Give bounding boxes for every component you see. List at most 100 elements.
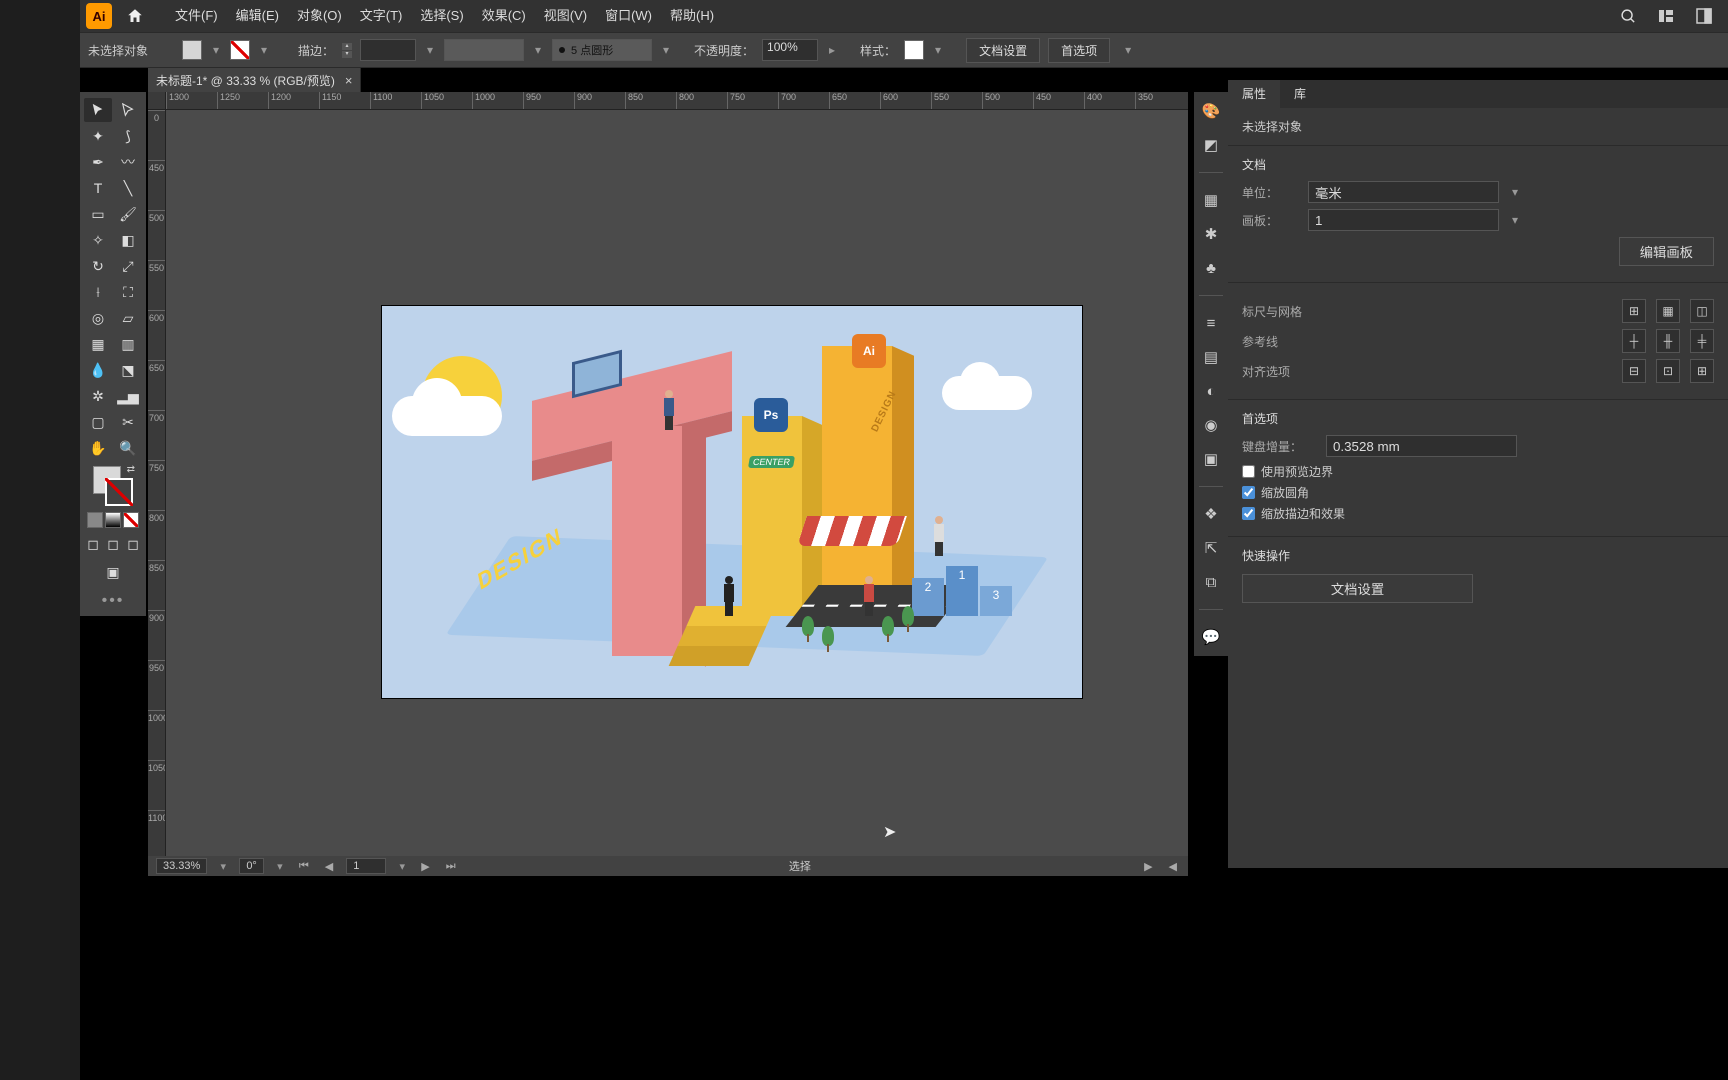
ruler-horizontal[interactable]: 1300125012001150110010501000950900850800…: [166, 92, 1188, 110]
scale-tool[interactable]: ⤢: [114, 254, 142, 278]
graph-tool[interactable]: ▂▅: [114, 384, 142, 408]
stroke-weight-dd-icon[interactable]: ▾: [424, 44, 436, 56]
menu-help[interactable]: 帮助(H): [661, 0, 723, 32]
stroke-box[interactable]: [105, 478, 133, 506]
swatches-panel-icon[interactable]: ▦: [1200, 189, 1222, 211]
style-dd-icon[interactable]: ▾: [932, 44, 944, 56]
free-transform-tool[interactable]: ⛶: [114, 280, 142, 304]
eraser-tool[interactable]: ◧: [114, 228, 142, 252]
key-increment-field[interactable]: [1326, 435, 1517, 457]
var-width-dd-icon[interactable]: ▾: [532, 44, 544, 56]
prev-artboard-icon[interactable]: ◀: [322, 860, 336, 873]
transparency-grid-icon[interactable]: ◫: [1690, 299, 1714, 323]
scroll-right-icon[interactable]: ▶: [1141, 860, 1155, 873]
next-artboard-icon[interactable]: ▶: [418, 860, 432, 873]
brushes-panel-icon[interactable]: ✱: [1200, 223, 1222, 245]
color-mode-btn[interactable]: [87, 512, 103, 528]
rotate-dd-icon[interactable]: ▾: [274, 860, 286, 872]
magic-wand-tool[interactable]: ✦: [84, 124, 112, 148]
menu-select[interactable]: 选择(S): [411, 0, 472, 32]
smart-guides-icon[interactable]: ╪: [1690, 329, 1714, 353]
selection-tool[interactable]: [84, 98, 112, 122]
transparency-panel-icon[interactable]: ◐: [1200, 380, 1222, 402]
fill-dropdown-icon[interactable]: ▾: [210, 44, 222, 56]
stroke-weight-field[interactable]: [360, 39, 416, 61]
symbols-panel-icon[interactable]: ♣: [1200, 257, 1222, 279]
layers-panel-icon[interactable]: ❖: [1200, 503, 1222, 525]
slice-tool[interactable]: ✂: [114, 410, 142, 434]
artboard-tool[interactable]: ▢: [84, 410, 112, 434]
lasso-tool[interactable]: ⟆: [114, 124, 142, 148]
var-width-profile[interactable]: [444, 39, 524, 61]
curvature-tool[interactable]: 〰: [114, 150, 142, 174]
prefs-flyout-icon[interactable]: ▾: [1122, 44, 1134, 56]
screen-mode-btn[interactable]: ▣: [99, 560, 127, 584]
search-icon[interactable]: [1618, 6, 1638, 26]
last-artboard-icon[interactable]: ⏭: [443, 860, 459, 873]
scale-corners-checkbox[interactable]: [1242, 486, 1255, 499]
snap-grid-icon[interactable]: ⊞: [1690, 359, 1714, 383]
gradient-mode-btn[interactable]: [105, 512, 121, 528]
stroke-weight-spinner[interactable]: ▴▾: [342, 43, 352, 58]
scale-strokes-checkbox[interactable]: [1242, 507, 1255, 520]
close-icon[interactable]: ×: [345, 73, 353, 88]
menu-object[interactable]: 对象(O): [288, 0, 351, 32]
draw-inside-btn[interactable]: ◻: [124, 532, 142, 556]
opacity-dd-icon[interactable]: ▸: [826, 44, 838, 56]
ruler-vertical[interactable]: 0450500550600650700750800850900950100010…: [148, 110, 166, 868]
type-tool[interactable]: T: [84, 176, 112, 200]
artboard-dd-icon[interactable]: ▾: [1509, 214, 1521, 226]
menu-edit[interactable]: 编辑(E): [227, 0, 288, 32]
gradient-tool[interactable]: ▥: [114, 332, 142, 356]
comments-panel-icon[interactable]: 💬: [1200, 626, 1222, 648]
first-artboard-icon[interactable]: ⏮: [296, 860, 312, 873]
artboard[interactable]: DESIGN Ps Ai CENTER DESIGN 213: [382, 306, 1082, 698]
scroll-left-icon[interactable]: ◀: [1166, 860, 1180, 873]
fill-swatch[interactable]: [182, 40, 202, 60]
paintbrush-tool[interactable]: 🖌: [114, 202, 142, 226]
ruler-toggle-icon[interactable]: ⊞: [1622, 299, 1646, 323]
rotate-tool[interactable]: ↻: [84, 254, 112, 278]
stroke-panel-icon[interactable]: ≡: [1200, 312, 1222, 334]
edit-toolbar-icon[interactable]: •••: [84, 592, 142, 610]
snap-point-icon[interactable]: ⊡: [1656, 359, 1680, 383]
menu-window[interactable]: 窗口(W): [596, 0, 661, 32]
menu-type[interactable]: 文字(T): [351, 0, 412, 32]
stroke-swatch[interactable]: [230, 40, 250, 60]
brush-definition[interactable]: 5 点圆形: [552, 39, 652, 61]
prefs-button[interactable]: 首选项: [1048, 38, 1110, 63]
units-dd-icon[interactable]: ▾: [1509, 186, 1521, 198]
menu-file[interactable]: 文件(F): [166, 0, 227, 32]
menu-view[interactable]: 视图(V): [535, 0, 596, 32]
guides-show-icon[interactable]: ┼: [1622, 329, 1646, 353]
graphic-styles-icon[interactable]: ▣: [1200, 448, 1222, 470]
tab-libraries[interactable]: 库: [1280, 80, 1320, 108]
tab-properties[interactable]: 属性: [1228, 80, 1280, 108]
artboard-nav-dd-icon[interactable]: ▾: [396, 860, 408, 872]
gradient-panel-icon[interactable]: ▤: [1200, 346, 1222, 368]
swap-fill-stroke-icon[interactable]: ⇄: [127, 464, 135, 475]
stroke-dropdown-icon[interactable]: ▾: [258, 44, 270, 56]
blend-tool[interactable]: ⬔: [114, 358, 142, 382]
fill-stroke-control[interactable]: ⇄: [93, 466, 133, 506]
width-tool[interactable]: ⟊: [84, 280, 112, 304]
menu-effect[interactable]: 效果(C): [473, 0, 535, 32]
artboard-nav-field[interactable]: 1: [346, 858, 386, 874]
arrange-icon[interactable]: [1656, 6, 1676, 26]
use-preview-bounds-checkbox[interactable]: [1242, 465, 1255, 478]
zoom-field[interactable]: 33.33%: [156, 858, 207, 874]
edit-artboards-button[interactable]: 编辑画板: [1619, 237, 1714, 266]
guides-lock-icon[interactable]: ╫: [1656, 329, 1680, 353]
direct-selection-tool[interactable]: [114, 98, 142, 122]
eyedropper-tool[interactable]: 💧: [84, 358, 112, 382]
asset-export-icon[interactable]: ⇱: [1200, 537, 1222, 559]
symbol-sprayer-tool[interactable]: ✲: [84, 384, 112, 408]
doc-setup-button[interactable]: 文档设置: [966, 38, 1040, 63]
shaper-tool[interactable]: ✧: [84, 228, 112, 252]
snap-pixel-icon[interactable]: ⊟: [1622, 359, 1646, 383]
perspective-tool[interactable]: ▱: [114, 306, 142, 330]
artboard-field[interactable]: [1308, 209, 1499, 231]
zoom-tool[interactable]: 🔍: [114, 436, 142, 460]
line-tool[interactable]: ╲: [114, 176, 142, 200]
hand-tool[interactable]: ✋: [84, 436, 112, 460]
